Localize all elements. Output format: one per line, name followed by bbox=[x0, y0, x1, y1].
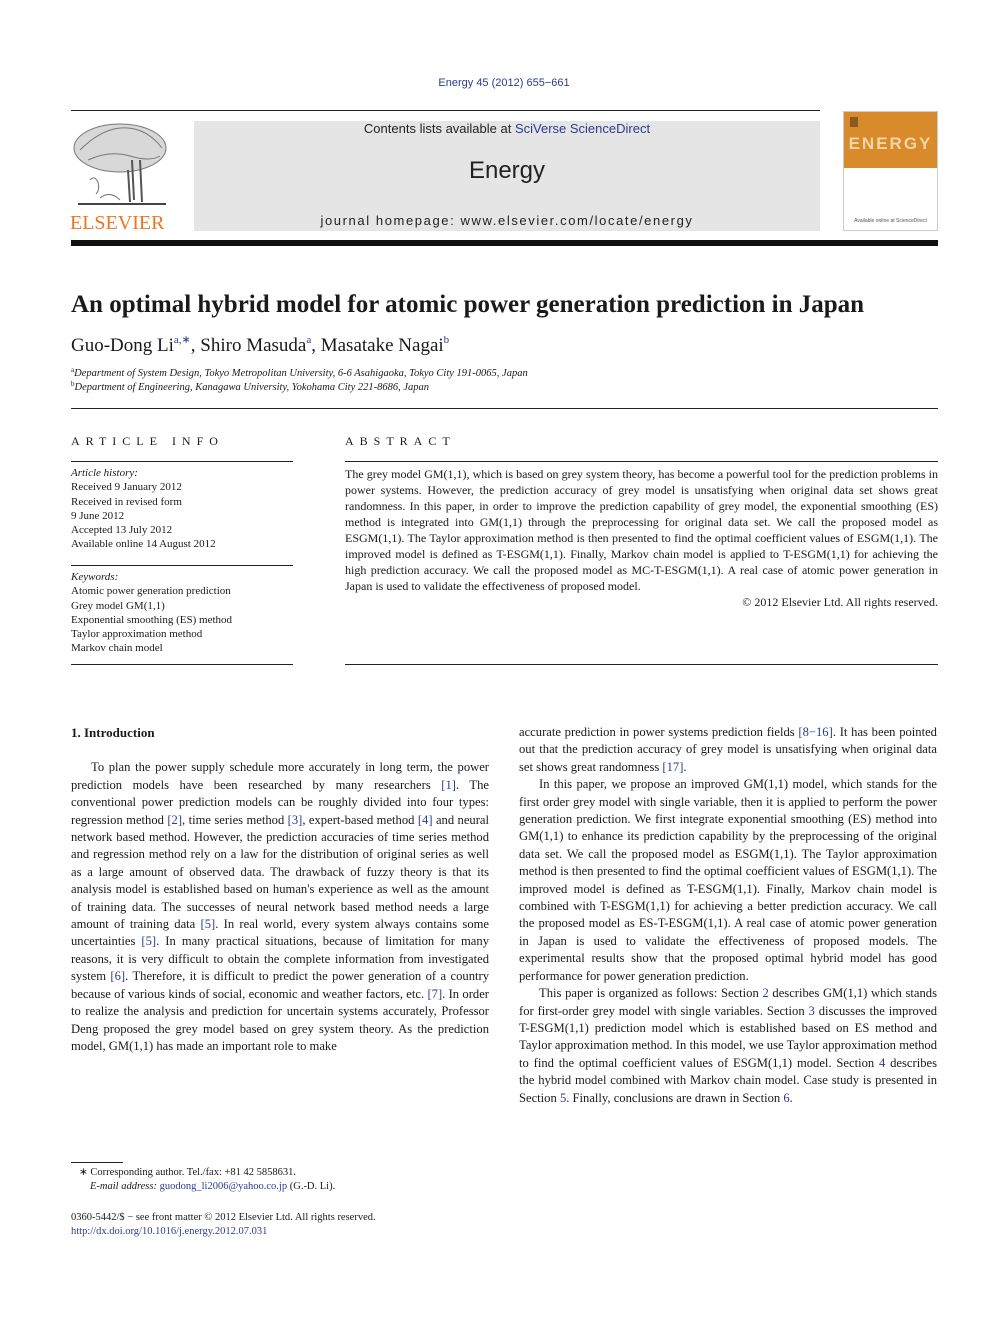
body-column-right: accurate prediction in power systems pre… bbox=[519, 724, 937, 1107]
divider bbox=[345, 664, 938, 665]
email-label: E-mail address: bbox=[90, 1181, 160, 1192]
contents-prefix: Contents lists available at bbox=[363, 121, 515, 136]
cover-banner: ENERGY bbox=[844, 112, 937, 168]
keyword-item: Exponential smoothing (ES) method bbox=[71, 613, 233, 626]
keyword-item: Grey model GM(1,1) bbox=[71, 599, 165, 612]
author-name[interactable]: Shiro Masuda bbox=[200, 335, 306, 356]
article-info-label: ARTICLE INFO bbox=[71, 434, 224, 448]
issn-line: 0360-5442/$ − see front matter © 2012 El… bbox=[71, 1212, 376, 1223]
article-title: An optimal hybrid model for atomic power… bbox=[71, 291, 865, 318]
divider bbox=[71, 461, 293, 462]
abstract-copyright: © 2012 Elsevier Ltd. All rights reserved… bbox=[742, 595, 938, 609]
paragraph-text: To plan the power supply schedule more a… bbox=[71, 760, 489, 792]
contents-line: Contents lists available at SciVerse Sci… bbox=[194, 121, 820, 136]
header-rule bbox=[71, 110, 820, 111]
affiliation: aDepartment of System Design, Tokyo Metr… bbox=[71, 366, 528, 379]
body-column-left: 1. Introduction To plan the power supply… bbox=[71, 724, 489, 1055]
cover-publisher-icon bbox=[850, 117, 858, 127]
email-note: E-mail address: guodong_li2006@yahoo.co.… bbox=[90, 1181, 335, 1192]
article-history: Article history: Received 9 January 2012… bbox=[71, 466, 293, 552]
paragraph-text: . Finally, conclusions are drawn in Sect… bbox=[566, 1090, 784, 1105]
paragraph-text: In this paper, we propose an improved GM… bbox=[519, 777, 937, 983]
keyword-item: Markov chain model bbox=[71, 642, 163, 655]
paragraph: This paper is organized as follows: Sect… bbox=[519, 985, 937, 1107]
author-name[interactable]: Guo-Dong Li bbox=[71, 335, 174, 356]
abstract-label: ABSTRACT bbox=[345, 434, 456, 448]
history-item: Received in revised form bbox=[71, 495, 182, 508]
author-separator: , bbox=[190, 335, 201, 356]
doi-link[interactable]: http://dx.doi.org/10.1016/j.energy.2012.… bbox=[71, 1226, 267, 1237]
header-thick-rule bbox=[71, 240, 938, 246]
reference-link[interactable]: [17] bbox=[662, 760, 683, 774]
history-item: Accepted 13 July 2012 bbox=[71, 524, 173, 537]
divider bbox=[71, 565, 293, 566]
keywords-header: Keywords: bbox=[71, 571, 119, 583]
reference-link[interactable]: [8−16] bbox=[798, 725, 832, 739]
journal-name: Energy bbox=[468, 157, 546, 184]
affiliation-text: Department of System Design, Tokyo Metro… bbox=[74, 368, 528, 379]
journal-citation-link[interactable]: Energy 45 (2012) 655−661 bbox=[0, 77, 992, 89]
paragraph: accurate prediction in power systems pre… bbox=[519, 724, 937, 776]
journal-homepage-link[interactable]: journal homepage: www.elsevier.com/locat… bbox=[194, 213, 820, 228]
reference-link[interactable]: [5] bbox=[141, 934, 156, 948]
paragraph: To plan the power supply schedule more a… bbox=[71, 759, 489, 1055]
paragraph-text: , expert-based method bbox=[302, 812, 418, 827]
keywords: Keywords: Atomic power generation predic… bbox=[71, 570, 293, 656]
divider bbox=[71, 664, 293, 665]
journal-cover-thumbnail[interactable]: ENERGY Available online at ScienceDirect bbox=[843, 111, 938, 231]
keyword-item: Atomic power generation prediction bbox=[71, 585, 231, 598]
sciencedirect-link[interactable]: SciVerse ScienceDirect bbox=[515, 121, 650, 136]
reference-link[interactable]: [6] bbox=[110, 969, 125, 983]
cover-title: ENERGY bbox=[848, 134, 933, 153]
author-name[interactable]: Masatake Nagai bbox=[321, 335, 444, 356]
email-suffix: (G.-D. Li). bbox=[287, 1181, 336, 1192]
abstract-body: The grey model GM(1,1), which is based o… bbox=[345, 467, 938, 593]
elsevier-wordmark: ELSEVIER bbox=[70, 212, 165, 234]
corresponding-author-note: ∗ Corresponding author. Tel./fax: +81 42… bbox=[79, 1167, 297, 1178]
author-separator: , bbox=[311, 335, 321, 356]
paragraph-text: and neural network based method. However… bbox=[71, 812, 489, 932]
abstract: The grey model GM(1,1), which is based o… bbox=[345, 466, 938, 610]
elsevier-tree-icon bbox=[73, 123, 167, 205]
divider bbox=[71, 408, 938, 409]
affiliation: bDepartment of Engineering, Kanagawa Uni… bbox=[71, 380, 429, 393]
reference-link[interactable]: [7] bbox=[427, 987, 442, 1001]
paragraph: In this paper, we propose an improved GM… bbox=[519, 776, 937, 985]
elsevier-logo[interactable]: ELSEVIER bbox=[70, 120, 172, 234]
reference-link[interactable]: [3] bbox=[288, 813, 303, 827]
author-affiliation-mark[interactable]: a,∗ bbox=[174, 334, 191, 346]
paragraph-text: This paper is organized as follows: Sect… bbox=[539, 986, 763, 1001]
email-link[interactable]: guodong_li2006@yahoo.co.jp bbox=[160, 1181, 288, 1192]
divider bbox=[345, 461, 938, 462]
author-list: Guo-Dong Lia,∗, Shiro Masudaa, Masatake … bbox=[71, 333, 449, 357]
author-affiliation-mark[interactable]: b bbox=[444, 334, 450, 346]
keyword-item: Taylor approximation method bbox=[71, 628, 203, 641]
reference-link[interactable]: [4] bbox=[418, 813, 433, 827]
affiliation-text: Department of Engineering, Kanagawa Univ… bbox=[74, 382, 430, 393]
journal-banner: Contents lists available at SciVerse Sci… bbox=[194, 121, 820, 231]
paragraph-text: accurate prediction in power systems pre… bbox=[519, 725, 799, 739]
reference-link[interactable]: [5] bbox=[201, 917, 216, 931]
paragraph-text: . bbox=[789, 1090, 793, 1105]
paragraph-text: . bbox=[683, 759, 687, 774]
footnote-rule bbox=[71, 1162, 123, 1163]
history-item: 9 June 2012 bbox=[71, 509, 125, 522]
paragraph-text: , time series method bbox=[182, 812, 288, 827]
reference-link[interactable]: [1] bbox=[441, 778, 456, 792]
history-item: Received 9 January 2012 bbox=[71, 481, 182, 494]
reference-link[interactable]: [2] bbox=[167, 813, 182, 827]
section-heading-introduction: 1. Introduction bbox=[71, 725, 155, 740]
history-item: Available online 14 August 2012 bbox=[71, 538, 216, 551]
cover-footer: Available online at ScienceDirect bbox=[854, 218, 927, 224]
history-header: Article history: bbox=[71, 467, 138, 479]
